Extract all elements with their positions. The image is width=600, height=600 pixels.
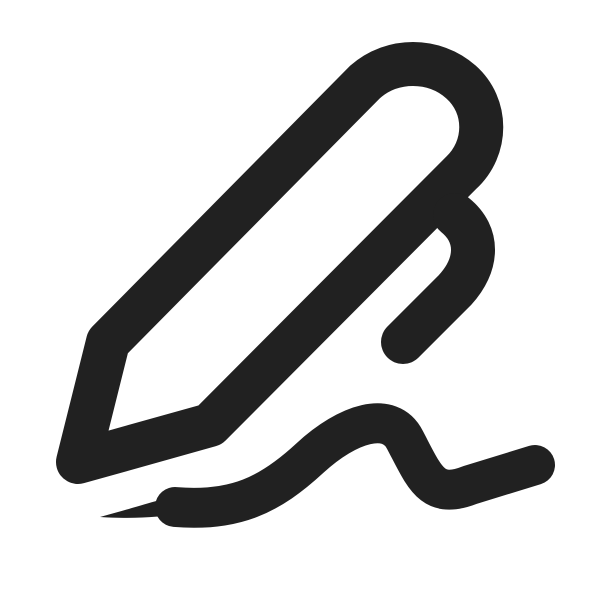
signature-icon <box>56 42 555 528</box>
pen-body <box>56 42 504 484</box>
icon-canvas <box>0 0 600 600</box>
